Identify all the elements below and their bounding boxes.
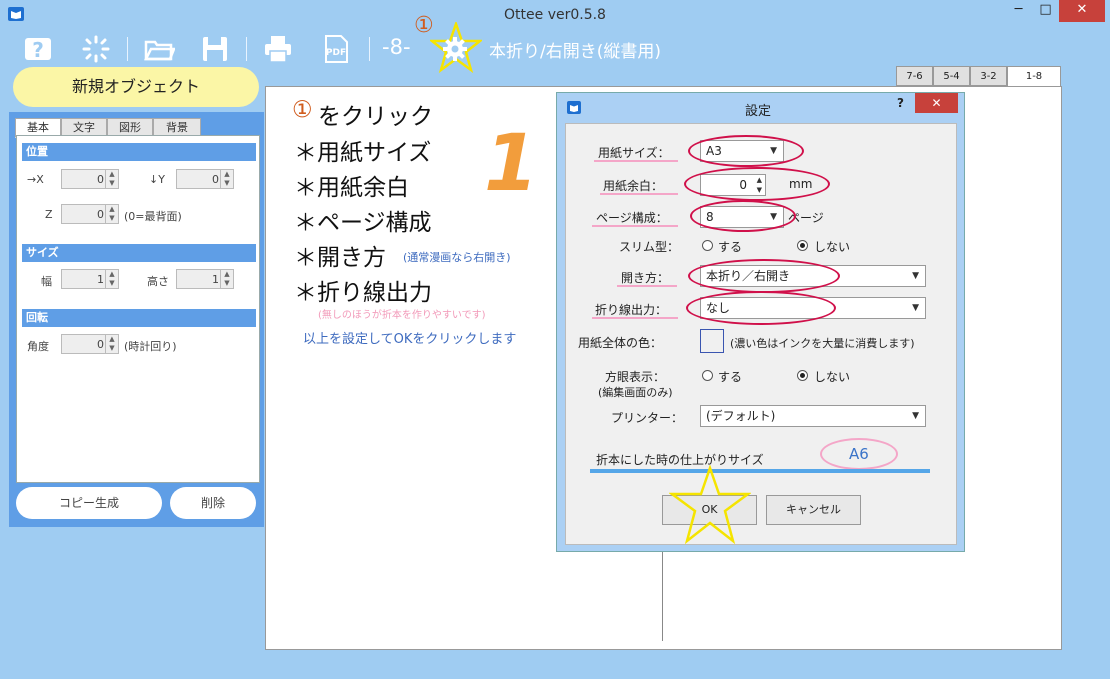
toolbar-separator — [127, 37, 128, 61]
properties-panel: 基本 文字 図形 背景 位置 →X 0 ▲ ▼ ↓Y 0 ▲ ▼ Z 0 ▲ ▼ (0=最背… — [9, 112, 264, 527]
loading-icon[interactable] — [80, 34, 112, 64]
save-icon[interactable] — [199, 34, 231, 64]
height-input[interactable]: 1 ▲ ▼ — [176, 269, 234, 289]
title-bar: Ottee ver0.5.8 ─ □ ✕ — [0, 0, 1110, 31]
underline — [592, 225, 678, 227]
paper-color-note: (濃い色はインクを大量に消費します) — [730, 337, 915, 350]
paper-color-label: 用紙全体の色： — [578, 336, 663, 350]
highlight-oval — [684, 167, 830, 201]
y-input[interactable]: 0 ▲ ▼ — [176, 169, 234, 189]
angle-input[interactable]: 0 ▲ ▼ — [61, 334, 119, 354]
underline — [592, 317, 678, 319]
minimize-button[interactable]: ─ — [1005, 0, 1032, 22]
highlight-oval — [688, 259, 840, 293]
underline — [594, 160, 678, 162]
fold-label: 折り線出力： — [595, 303, 668, 317]
section-rotation: 回転 — [22, 309, 256, 327]
margin-label: 用紙余白： — [603, 179, 664, 193]
angle-label: 角度 — [27, 340, 49, 353]
copy-button[interactable]: コピー生成 — [16, 487, 162, 519]
underline — [617, 285, 677, 287]
open-folder-icon[interactable] — [143, 34, 175, 64]
pdf-label: PDF — [326, 48, 346, 58]
toolbar-separator — [369, 37, 370, 61]
highlight-oval — [688, 135, 804, 167]
page-tab-5-4[interactable]: 5-4 — [933, 66, 970, 86]
pdf-icon[interactable]: PDF — [320, 34, 352, 64]
toolbar-separator — [246, 37, 247, 61]
print-icon[interactable] — [262, 34, 294, 64]
section-position: 位置 — [22, 143, 256, 161]
svg-text:?: ? — [32, 38, 44, 62]
highlight-oval — [686, 291, 836, 325]
page-tab-3-2[interactable]: 3-2 — [970, 66, 1007, 86]
instruction-margin: ＊用紙余白 — [294, 175, 409, 201]
finish-size-bar — [590, 469, 930, 473]
slim-yes-radio[interactable] — [702, 240, 713, 251]
properties-form: 位置 →X 0 ▲ ▼ ↓Y 0 ▲ ▼ Z 0 ▲ ▼ (0=最背面) サイズ 幅 1 ▲ ▼… — [16, 135, 260, 483]
height-label: 高さ — [147, 275, 169, 288]
step1-text: をクリック — [318, 104, 433, 130]
section-size: サイズ — [22, 244, 256, 262]
y-label: ↓Y — [149, 173, 165, 186]
step1-mark: ① — [292, 97, 313, 123]
finish-size-value: A6 — [849, 445, 869, 463]
underline — [600, 193, 678, 195]
grid-sub-label: (編集画面のみ) — [598, 386, 673, 399]
z-input[interactable]: 0 ▲ ▼ — [61, 204, 119, 224]
window-title: Ottee ver0.5.8 — [504, 7, 606, 23]
highlight-oval — [690, 200, 796, 232]
width-label: 幅 — [41, 275, 52, 288]
settings-dialog: 設定 ? ✕ 用紙サイズ： A3 ▼ 用紙余白： 0 ▲ ▼ mm ページ構成： 8 ▼… — [556, 92, 965, 552]
highlight-star-icon — [669, 465, 751, 545]
delete-button[interactable]: 削除 — [170, 487, 256, 519]
instruction-open: ＊開き方 — [294, 245, 386, 271]
open-label: 開き方： — [621, 271, 670, 285]
annotation-number: 1 — [484, 119, 539, 209]
new-object-button[interactable]: 新規オブジェクト — [13, 67, 259, 107]
cancel-button[interactable]: キャンセル — [766, 495, 861, 525]
help-icon[interactable]: ? — [22, 34, 54, 64]
dialog-logo-icon — [567, 101, 581, 114]
paper-color-swatch[interactable] — [700, 329, 724, 353]
grid-yes-label: する — [718, 370, 743, 384]
printer-label: プリンター： — [611, 411, 684, 425]
fold-note: (無しのほうが折本を作りやすいです) — [318, 310, 486, 321]
grid-label: 方眼表示： — [605, 370, 666, 384]
dialog-title: 設定 — [745, 104, 772, 119]
slim-no-label: しない — [814, 240, 851, 254]
x-input[interactable]: 0 ▲ ▼ — [61, 169, 119, 189]
maximize-button[interactable]: □ — [1032, 0, 1059, 22]
instruction-fold: ＊折り線出力 — [294, 280, 432, 306]
dialog-body: 用紙サイズ： A3 ▼ 用紙余白： 0 ▲ ▼ mm ページ構成： 8 ▼ ページ スリ… — [565, 123, 957, 545]
dialog-close-button[interactable]: ✕ — [915, 93, 958, 113]
open-note: (通常漫画なら右開き) — [403, 251, 511, 264]
z-label: Z — [45, 208, 53, 221]
pages-label: ページ構成： — [596, 211, 668, 225]
instruction-footer: 以上を設定してOKをクリックします — [303, 332, 517, 347]
binding-mode-label: 本折り/右開き(縦書用) — [489, 42, 661, 62]
instruction-paper-size: ＊用紙サイズ — [294, 140, 432, 166]
x-label: →X — [27, 173, 44, 186]
settings-icon[interactable] — [442, 36, 468, 62]
width-input[interactable]: 1 ▲ ▼ — [61, 269, 119, 289]
angle-note: (時計回り) — [124, 340, 177, 353]
printer-select[interactable]: (デフォルト) ▼ — [700, 405, 926, 427]
grid-no-label: しない — [814, 370, 851, 384]
instruction-pages: ＊ページ構成 — [294, 210, 432, 236]
grid-yes-radio[interactable] — [702, 370, 713, 381]
slim-label: スリム型： — [619, 240, 680, 254]
z-note: (0=最背面) — [124, 210, 182, 223]
page-tab-1-8[interactable]: 1-8 — [1007, 66, 1061, 87]
slim-yes-label: する — [718, 240, 743, 254]
paper-size-label: 用紙サイズ： — [598, 146, 670, 160]
close-button[interactable]: ✕ — [1059, 0, 1105, 22]
grid-no-radio[interactable] — [797, 370, 808, 381]
page-indicator: -8- — [382, 35, 411, 59]
dialog-help-button[interactable]: ? — [897, 96, 904, 110]
slim-no-radio[interactable] — [797, 240, 808, 251]
page-tab-7-6[interactable]: 7-6 — [896, 66, 933, 86]
fold-line — [662, 547, 663, 641]
